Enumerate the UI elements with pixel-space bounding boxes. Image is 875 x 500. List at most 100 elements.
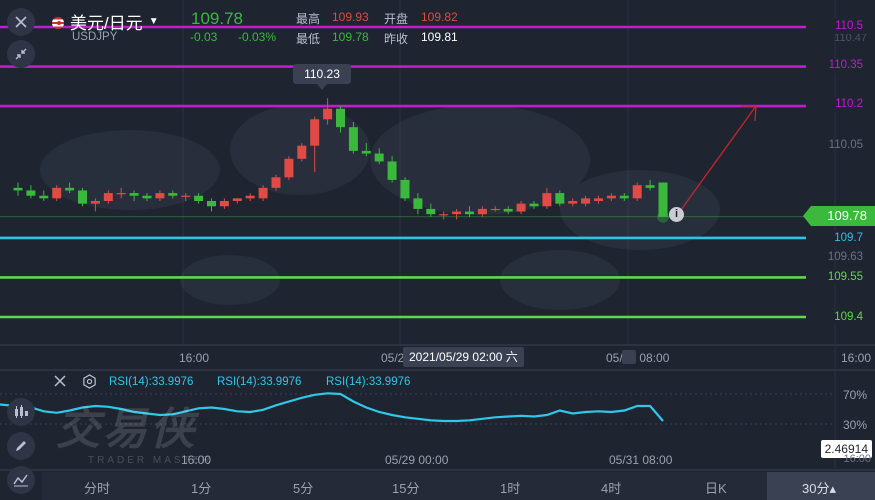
time-axis-right: 16:00 [840,351,871,365]
price-label-110-2: 110.2 [831,97,867,112]
candle-body [400,179,410,199]
candle-body [555,193,565,204]
candle-body [645,185,655,188]
pencil-icon [16,441,26,451]
candle [26,185,36,199]
candle [245,193,255,201]
price-label-110-05: 110.05 [828,139,863,151]
rsi-close-button[interactable] [53,374,67,393]
rsi-settings-button[interactable] [82,374,97,394]
candle-body [297,145,307,159]
price-label-110-5: 110.5 [831,19,867,34]
tab-30min-active[interactable]: 30分▴ [767,472,875,500]
candle-type-button[interactable] [7,398,35,426]
candle-body [78,190,87,204]
candle-body [619,195,629,199]
candle-body [65,187,75,191]
candle [13,182,23,196]
candle-body [606,195,616,199]
candle-body [52,187,62,199]
candle-body [219,201,229,207]
indicator-icon [13,474,28,487]
peak-price-label: 110.23 [304,67,340,81]
candle-body [26,190,36,196]
crosshair-time-label: 2021/05/29 02:00 六 [403,347,524,367]
candle-body [13,187,23,191]
candle-body [503,208,513,212]
candle-body [568,201,578,204]
draw-tool-button[interactable] [7,432,35,460]
candle-body [413,198,423,209]
candle [232,198,242,204]
candle-body [581,198,591,204]
candle-body [439,214,449,216]
price-change-percent: -0.03% [238,30,277,44]
rsi-label-2: RSI(14):33.9976 [217,376,302,388]
time-label-1600: 16:00 [179,351,210,365]
rsi-time-0531: 05/31 08:00 [609,453,673,467]
candle-body [245,195,255,199]
candle-body [323,108,333,120]
watermark-subtitle: TRADER MASTER [88,455,213,466]
trend-arrow-line [677,105,757,215]
candle-body [516,203,526,212]
close-icon [54,375,66,387]
trend-arrow[interactable] [677,105,757,215]
world-map-background [40,105,720,310]
price-change: -0.03 [190,30,218,44]
price-label-109-7: 109.7 [830,231,867,246]
tab-15min[interactable]: 15分 [392,478,419,497]
close-button[interactable] [7,8,35,36]
candle-body [632,185,642,199]
candle [207,198,216,212]
prev-close-value: 109.81 [421,30,458,44]
map-blob [500,250,620,310]
candle-body [310,119,320,146]
candle-body [271,177,281,188]
tab-30min-label: 30分▴ [802,481,836,496]
candle-body [477,208,487,215]
candle-body [465,211,474,215]
price-label-109-55: 109.55 [823,270,867,285]
high-label: 最高 [296,12,321,26]
candle-body [181,195,191,197]
collapse-button[interactable] [7,40,35,68]
tab-daily[interactable]: 日K [705,478,727,497]
prev-close-label: 昨收 [384,32,409,46]
last-price-tag: 109.78 [803,206,875,226]
tab-1min[interactable]: 1分 [191,478,211,497]
crosshair-marker [622,350,636,364]
tab-5min[interactable]: 5分 [293,478,313,497]
candle-body [361,150,371,154]
info-icon[interactable]: i [669,207,684,222]
low-value: 109.78 [332,30,369,44]
symbol-code: USDJPY [72,31,118,43]
tab-4hour[interactable]: 4时 [601,478,621,497]
watermark-logo: 交易侠 [56,405,197,454]
candle-body [594,198,603,201]
chevron-down-icon: ▼ [148,16,159,27]
peak-price-marker: 110.23 [293,64,351,84]
collapse-icon [15,48,27,60]
tab-1hour[interactable]: 1时 [500,478,520,497]
candle-body [155,193,165,199]
high-value: 109.93 [332,10,369,24]
candle [39,190,49,201]
candle-body [490,208,500,211]
flag-icon [52,16,64,29]
candle-body [142,195,152,199]
candle-body [348,127,358,151]
last-price-tag-label: 109.78 [827,208,867,223]
tab-timeshare[interactable]: 分时 [84,478,110,497]
candle-body [529,203,539,207]
gear-icon [83,374,96,389]
indicator-button[interactable] [7,466,35,494]
candle-body [284,158,294,178]
rsi-label-3: RSI(14):33.9976 [326,376,411,388]
map-blob [40,130,220,210]
candle-body [39,195,49,199]
candle-body [129,193,139,196]
low-label: 最低 [296,32,321,46]
candle-body [542,193,552,207]
candle-body [374,153,384,162]
